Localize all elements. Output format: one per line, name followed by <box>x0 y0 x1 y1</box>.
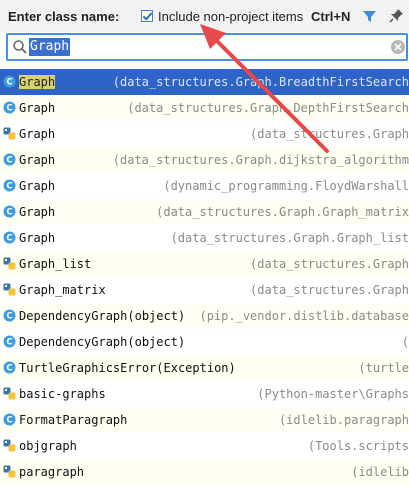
result-row[interactable]: Graph_matrix (data_structures.Graph <box>0 277 409 303</box>
python-file-icon <box>3 127 16 140</box>
search-input[interactable]: Graph <box>29 38 71 56</box>
result-name: basic-graphs <box>19 387 106 401</box>
class-icon: C <box>3 101 16 114</box>
class-icon: C <box>3 231 16 244</box>
result-row[interactable]: paragraph (idlelib <box>0 459 409 485</box>
class-icon: C <box>3 205 16 218</box>
python-file-icon <box>3 387 16 400</box>
result-row[interactable]: C Graph (data_structures.Graph.BreadthFirs… <box>0 69 409 95</box>
result-path: (Python-master\Graphs <box>257 387 409 401</box>
result-name: paragraph <box>19 465 85 479</box>
svg-text:C: C <box>6 312 12 322</box>
result-name: Graph <box>19 231 56 245</box>
result-path: (dynamic_programming.FloydWarshall <box>163 179 409 193</box>
result-name: TurtleGraphicsError(Exception) <box>19 361 236 375</box>
svg-text:C: C <box>6 208 12 218</box>
class-icon: C <box>3 309 16 322</box>
result-name: Graph <box>19 179 56 193</box>
result-name: Graph <box>19 205 56 219</box>
enter-class-name-label: Enter class name: <box>8 9 120 24</box>
python-file-icon <box>3 465 16 478</box>
result-path: (data_structures.Graph <box>250 257 409 271</box>
result-row[interactable]: C FormatParagraph (idlelib.paragraph <box>0 407 409 433</box>
match-highlight: Graph <box>19 75 56 89</box>
result-path: (Tools.scripts <box>307 439 409 453</box>
pin-icon[interactable] <box>389 8 404 23</box>
class-icon: C <box>3 413 16 426</box>
svg-text:C: C <box>6 338 12 348</box>
result-name: Graph_matrix <box>19 283 106 297</box>
clear-icon[interactable] <box>390 39 406 55</box>
class-icon: C <box>3 153 16 166</box>
search-field[interactable]: Graph <box>6 33 408 61</box>
search-icon <box>13 40 27 54</box>
result-path: (data_structures.Graph.dijkstra_algorith… <box>112 153 409 167</box>
class-icon: C <box>3 335 16 348</box>
result-path: (data_structures.Graph.DepthFirstSearch <box>127 101 409 115</box>
filter-icon[interactable] <box>362 9 377 24</box>
result-path: (data_structures.Graph.Graph_list <box>170 231 409 245</box>
result-row[interactable]: C Graph (dynamic_programming.FloydWarshall <box>0 173 409 199</box>
result-row[interactable]: Graph (data_structures.Graph <box>0 121 409 147</box>
include-non-project-checkbox[interactable] <box>141 10 153 22</box>
result-row[interactable]: basic-graphs (Python-master\Graphs <box>0 381 409 407</box>
result-row[interactable]: Graph_list (data_structures.Graph <box>0 251 409 277</box>
class-icon: C <box>3 179 16 192</box>
result-name: objgraph <box>19 439 77 453</box>
result-path: ( <box>401 335 409 349</box>
svg-text:C: C <box>6 234 12 244</box>
result-path: (pip._vendor.distlib.database <box>199 309 409 323</box>
dialog-header: Enter class name: Include non-project it… <box>0 0 409 32</box>
result-row[interactable]: objgraph (Tools.scripts <box>0 433 409 459</box>
result-row[interactable]: C Graph (data_structures.Graph.Graph_matri… <box>0 199 409 225</box>
result-row[interactable]: C TurtleGraphicsError(Exception) (turtle <box>0 355 409 381</box>
result-path: (data_structures.Graph <box>250 127 409 141</box>
python-file-icon <box>3 439 16 452</box>
result-name: Graph <box>19 153 56 167</box>
svg-text:C: C <box>6 364 12 374</box>
result-name: FormatParagraph <box>19 413 128 427</box>
python-file-icon <box>3 257 16 270</box>
result-row[interactable]: C DependencyGraph(object) ( <box>0 329 409 355</box>
result-name: Graph_list <box>19 257 92 271</box>
svg-text:C: C <box>6 182 12 192</box>
svg-text:C: C <box>6 104 12 114</box>
result-name: Graph <box>19 127 56 141</box>
class-icon: C <box>3 75 16 88</box>
class-icon: C <box>3 361 16 374</box>
result-row[interactable]: C DependencyGraph(object) (pip._vendor.dis… <box>0 303 409 329</box>
result-path: (data_structures.Graph.Graph_matrix <box>156 205 409 219</box>
result-name: DependencyGraph(object) <box>19 309 186 323</box>
python-file-icon <box>3 283 16 296</box>
svg-text:C: C <box>6 416 12 426</box>
result-row[interactable]: C Graph (data_structures.Graph.DepthFirstS… <box>0 95 409 121</box>
result-path: (idlelib.paragraph <box>278 413 409 427</box>
result-name: DependencyGraph(object) <box>19 335 186 349</box>
svg-text:C: C <box>6 78 12 88</box>
result-row[interactable]: C Graph (data_structures.Graph.Graph_list <box>0 225 409 251</box>
result-path: (idlelib <box>351 465 409 479</box>
result-path: (data_structures.Graph <box>250 283 409 297</box>
results-list: C Graph (data_structures.Graph.BreadthFirs… <box>0 69 409 485</box>
svg-text:C: C <box>6 156 12 166</box>
result-path: (turtle <box>358 361 409 375</box>
result-row[interactable]: C Graph (data_structures.Graph.dijkstra_al… <box>0 147 409 173</box>
result-name: Graph <box>19 74 56 90</box>
result-name: Graph <box>19 101 56 115</box>
shortcut-hint: Ctrl+N <box>311 9 351 24</box>
result-path: (data_structures.Graph.BreadthFirstSearc… <box>112 75 409 89</box>
include-non-project-label[interactable]: Include non-project items <box>158 9 303 24</box>
